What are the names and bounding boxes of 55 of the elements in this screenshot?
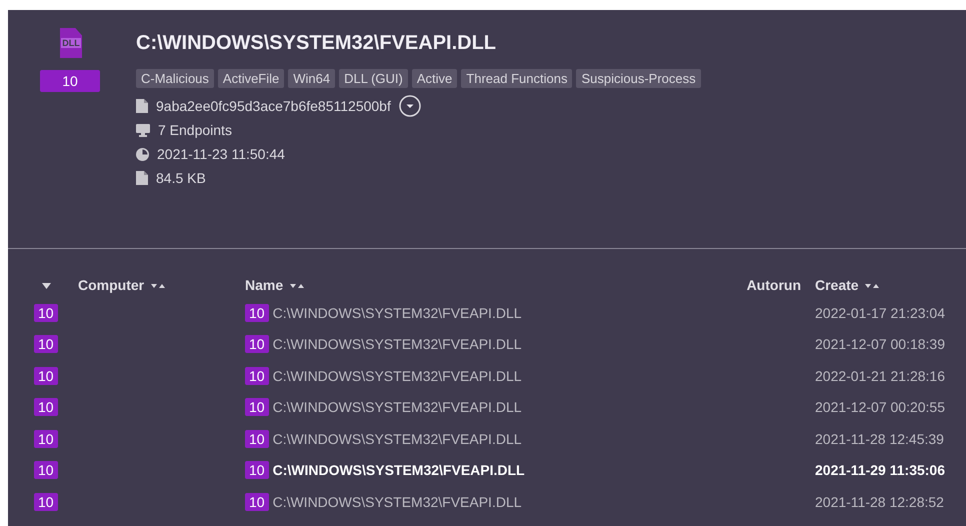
tag: Suspicious-Process [576,69,701,88]
column-header[interactable]: Name [245,275,561,297]
table-cell: 2021-12-07 00:18:39 [815,336,945,352]
table-cell: C:\WINDOWS\SYSTEM32\FVEAPI.DLL [272,494,522,510]
table-cell: C:\WINDOWS\SYSTEM32\FVEAPI.DLL [272,336,522,352]
tag: ActiveFile [218,69,284,88]
column-header[interactable]: Create [815,275,966,297]
score-badge: 10 [245,430,269,448]
score-badge: 10 [34,461,58,480]
score-badge: 10 [245,461,269,480]
table-cell: C:\WINDOWS\SYSTEM32\FVEAPI.DLL [272,304,522,321]
tag: Active [412,69,458,88]
tag: Thread Functions [461,69,572,88]
file-path-title: C:\WINDOWS\SYSTEM32\FVEAPI.DLL [136,32,498,55]
file-icon [136,99,148,113]
table-cell: 2021-11-28 12:45:39 [815,430,944,447]
score-badge: 10 [40,70,100,92]
tag: Win64 [288,69,336,88]
caret-icon[interactable] [42,283,51,290]
score-badge: 10 [245,335,269,354]
score-badge: 10 [245,366,269,385]
score-badge: 10 [34,492,58,511]
table-cell: 2021-12-07 00:20:55 [815,399,945,416]
sort-icon[interactable] [865,283,880,290]
table-cell: C:\WINDOWS\SYSTEM32\FVEAPI.DLL [272,462,525,478]
column-header[interactable]: Computer [78,275,245,297]
dropdown-icon[interactable] [398,95,421,117]
tag: C-Malicious [136,69,214,88]
detail-text: 9aba2ee0fc95d3ace7b6fe85112500bf [156,98,391,114]
table-cell: C:\WINDOWS\SYSTEM32\FVEAPI.DLL [272,430,522,447]
score-badge: 10 [34,304,58,322]
detail-text: 84.5 KB [156,170,206,186]
file-icon [136,171,148,185]
table-cell: 2021-11-28 12:28:52 [815,494,944,510]
dll-file-icon: DLL [60,28,82,58]
score-badge: 10 [245,398,269,416]
score-badge: 10 [34,398,58,416]
detail-text: 7 Endpoints [158,122,232,138]
table-cell: 2022-01-17 21:23:04 [815,304,945,321]
table-cell: 2022-01-21 21:28:16 [815,368,945,384]
tag: DLL (GUI) [339,69,408,88]
detail-text: 2021-11-23 11:50:44 [157,146,285,162]
score-badge: 10 [34,366,58,385]
sort-icon[interactable] [151,283,166,290]
column-header[interactable]: Autorun [561,275,815,297]
score-badge: 10 [245,492,269,511]
score-badge: 10 [34,430,58,448]
table-cell: C:\WINDOWS\SYSTEM32\FVEAPI.DLL [272,399,522,416]
score-badge: 10 [34,335,58,354]
clock-icon [136,148,149,160]
table-cell: 2021-11-29 11:35:06 [815,462,945,478]
score-badge: 10 [245,304,269,322]
table-cell: C:\WINDOWS\SYSTEM32\FVEAPI.DLL [272,368,522,384]
sort-icon[interactable] [290,283,306,290]
monitor-icon [136,124,150,136]
